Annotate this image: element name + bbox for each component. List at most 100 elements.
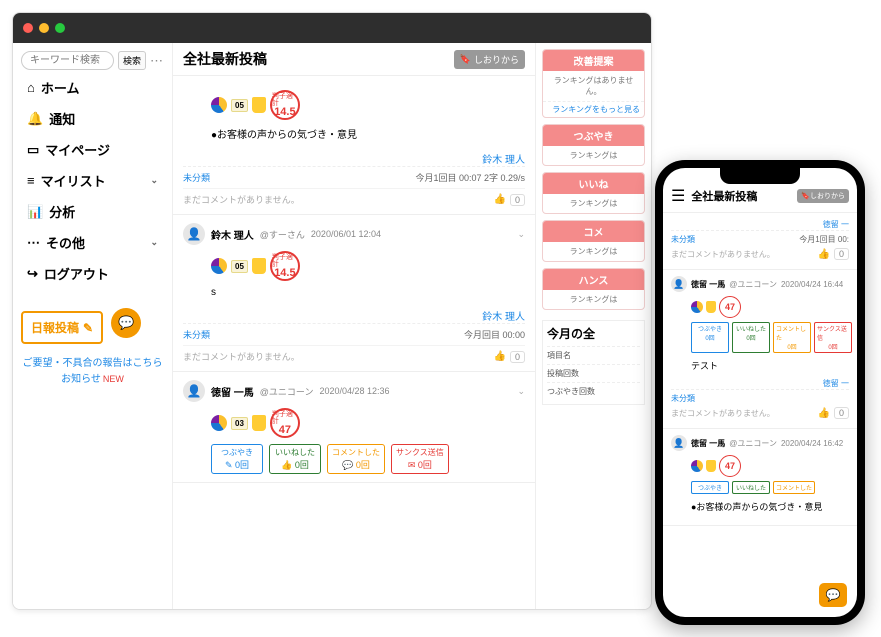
- tag-thanks[interactable]: サンクス送信✉ 0回: [391, 444, 449, 474]
- bookmark-icon: 🔖: [460, 54, 471, 65]
- post-button[interactable]: 日報投稿✎: [21, 311, 103, 344]
- tag-comment[interactable]: コメントした0回: [773, 322, 811, 353]
- phone-notch: [720, 168, 800, 184]
- phone-chat-fab[interactable]: 💬: [819, 583, 847, 607]
- feedback-link[interactable]: ご要望・不具合の報告はこちら: [21, 356, 164, 372]
- search-more-icon[interactable]: ⋯: [150, 53, 164, 69]
- phone-handle: @ユニコーン: [729, 279, 777, 290]
- feed-scroll[interactable]: 05 判子適計14.5 ●お客様の声からの気づき・意見 鈴木 理人 未分類 今月…: [173, 76, 535, 609]
- like-group[interactable]: 👍0: [494, 194, 525, 206]
- tag-count: 0回: [295, 460, 309, 470]
- news-link[interactable]: お知らせ: [61, 374, 101, 385]
- phone-author-name[interactable]: 徳留 一馬: [691, 279, 725, 290]
- edit-icon: ✎: [225, 460, 233, 470]
- nav-logout[interactable]: ↪ ログアウト: [21, 260, 164, 287]
- nav-mypage[interactable]: ▭マイページ: [21, 136, 164, 163]
- chevron-down-icon[interactable]: ⌄: [517, 386, 525, 397]
- score-badge: 判子適計14.5: [270, 251, 300, 281]
- rank-card[interactable]: コメ ランキングは: [542, 220, 645, 262]
- chat-fab[interactable]: 💬: [111, 308, 141, 338]
- tag-label: つぶやき: [698, 483, 722, 492]
- tag-comment[interactable]: コメントした💬 0回: [327, 444, 385, 474]
- rank-title: コメ: [543, 221, 644, 242]
- feed-title: 全社最新投稿: [183, 49, 267, 69]
- tag-thanks[interactable]: サンクス送信0回: [814, 322, 852, 353]
- nav-logout-label: ログアウト: [44, 264, 109, 283]
- bookmark-button[interactable]: 🔖しおりから: [454, 50, 525, 69]
- avatar-icon[interactable]: 👤: [671, 276, 687, 292]
- post-author-name[interactable]: 徳留 一馬: [211, 384, 254, 399]
- nav-mylist[interactable]: ≡マイリスト⌄: [21, 167, 164, 194]
- score-label: 判子適計: [272, 93, 298, 107]
- chevron-down-icon[interactable]: ⌄: [517, 229, 525, 240]
- rank-card[interactable]: いいね ランキングは: [542, 172, 645, 214]
- tag-count: 0回: [235, 460, 249, 470]
- pie-icon: [691, 301, 703, 313]
- tag-tsubuyaki[interactable]: つぶやき✎ 0回: [211, 444, 263, 474]
- month-summary: 今月の全 項目名 投稿回数 つぶやき回数: [542, 320, 645, 405]
- chevron-down-icon: ⌄: [150, 175, 158, 186]
- sidebar: 検索 ⋯ ⌂ホーム 🔔通知 ▭マイページ ≡マイリスト⌄ 📊分析 ⋯その他⌄ ↪…: [13, 43, 173, 609]
- logout-icon: ↪: [27, 266, 38, 282]
- browser-body: 検索 ⋯ ⌂ホーム 🔔通知 ▭マイページ ≡マイリスト⌄ 📊分析 ⋯その他⌄ ↪…: [13, 43, 651, 609]
- rank-card[interactable]: つぶやき ランキングは: [542, 124, 645, 166]
- phone-author[interactable]: 徳留 一: [671, 219, 849, 230]
- no-comment-text: まだコメントがありません。: [183, 350, 300, 363]
- phone-category[interactable]: 未分類: [671, 234, 695, 245]
- avatar-icon[interactable]: 👤: [183, 380, 205, 402]
- bookmark-label: しおりから: [474, 53, 519, 66]
- post-author[interactable]: 鈴木 理人: [183, 151, 525, 166]
- like-group[interactable]: 👍0: [818, 407, 849, 419]
- phone-body[interactable]: 徳留 一 未分類 今月1回目 00: まだコメントがありません。 👍0 👤 徳留…: [663, 213, 857, 617]
- thumb-icon: 👍: [818, 249, 830, 260]
- phone-author-name[interactable]: 徳留 一馬: [691, 438, 725, 449]
- nav-notify[interactable]: 🔔通知: [21, 105, 164, 132]
- tag-count: 0回: [828, 342, 837, 351]
- phone-post-body: テスト: [691, 353, 849, 378]
- tag-like[interactable]: いいねした👍 0回: [269, 444, 321, 474]
- avatar-icon[interactable]: 👤: [671, 435, 687, 451]
- rank-more-link[interactable]: ランキングをもっと見る: [543, 101, 644, 117]
- post-category[interactable]: 未分類: [183, 328, 210, 341]
- phone-bookmark-button[interactable]: 🔖しおりから: [797, 189, 849, 203]
- tag-like[interactable]: いいねした: [732, 481, 770, 494]
- nav-other[interactable]: ⋯その他⌄: [21, 229, 164, 256]
- ranking-column: 改善提案 ランキングはありません。 ランキングをもっと見る つぶやき ランキング…: [536, 43, 651, 609]
- post-card: 👤 徳留 一馬 @ユニコーン 2020/04/28 12:36 ⌄ 03 判子適…: [173, 372, 535, 483]
- rank-card[interactable]: ハンス ランキングは: [542, 268, 645, 310]
- menu-icon[interactable]: ☰: [671, 186, 685, 206]
- nav-analysis[interactable]: 📊分析: [21, 198, 164, 225]
- score-badge: 47: [719, 296, 741, 318]
- thumb-icon: 👍: [818, 408, 830, 419]
- score-badge: 47: [719, 455, 741, 477]
- avatar-icon[interactable]: 👤: [183, 223, 205, 245]
- tag-tsubuyaki[interactable]: つぶやき0回: [691, 322, 729, 353]
- rank-body: ランキングはありません。: [543, 71, 644, 101]
- tag-label: サンクス送信: [817, 324, 849, 342]
- post-card: 05 判子適計14.5 ●お客様の声からの気づき・意見 鈴木 理人 未分類 今月…: [173, 76, 535, 215]
- phone-handle: @ユニコーン: [729, 438, 777, 449]
- tag-label: いいねした: [736, 324, 766, 333]
- like-group[interactable]: 👍0: [494, 351, 525, 363]
- phone-author[interactable]: 徳留 一: [671, 378, 849, 389]
- search-button[interactable]: 検索: [118, 51, 146, 70]
- post-category[interactable]: 未分類: [183, 171, 210, 184]
- bookmark-label: しおりから: [810, 193, 845, 200]
- minimize-dot[interactable]: [39, 23, 49, 33]
- close-dot[interactable]: [23, 23, 33, 33]
- search-input[interactable]: [21, 51, 114, 70]
- phone-post: 👤 徳留 一馬 @ユニコーン 2020/04/24 16:42 47 つぶやき …: [663, 429, 857, 526]
- phone-category[interactable]: 未分類: [671, 393, 695, 404]
- tag-comment[interactable]: コメントした: [773, 481, 815, 494]
- nav-home[interactable]: ⌂ホーム: [21, 74, 164, 101]
- post-body: s: [211, 287, 525, 298]
- tag-like[interactable]: いいねした0回: [732, 322, 770, 353]
- post-author[interactable]: 鈴木 理人: [183, 308, 525, 323]
- rank-card[interactable]: 改善提案 ランキングはありません。 ランキングをもっと見る: [542, 49, 645, 118]
- like-group[interactable]: 👍0: [818, 248, 849, 260]
- tag-tsubuyaki[interactable]: つぶやき: [691, 481, 729, 494]
- maximize-dot[interactable]: [55, 23, 65, 33]
- post-meta: 今月回目 00:00: [464, 328, 525, 341]
- post-author-name[interactable]: 鈴木 理人: [211, 227, 254, 242]
- tag-count: 0回: [787, 342, 796, 351]
